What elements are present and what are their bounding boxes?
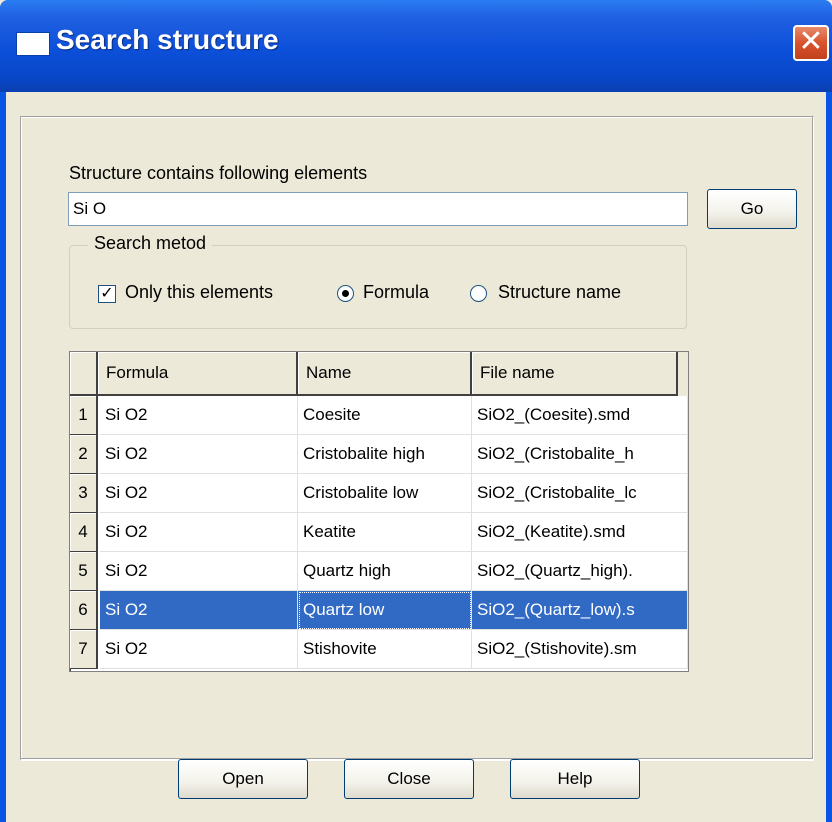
content-panel: Structure contains following elements Go…	[20, 116, 814, 761]
cell-file-name[interactable]: SiO2_(Quartz_high).	[472, 552, 688, 591]
cell-formula[interactable]: Si O2	[100, 396, 298, 435]
dialog-client-area: Structure contains following elements Go…	[6, 92, 826, 822]
table-row[interactable]: 7 Si O2 Stishovite SiO2_(Stishovite).sm	[70, 630, 688, 669]
column-header-formula[interactable]: Formula	[98, 352, 298, 396]
table-row-selected[interactable]: 6 Si O2 Quartz low SiO2_(Quartz_low).s	[70, 591, 688, 630]
cell-formula[interactable]: Si O2	[100, 591, 298, 630]
results-grid[interactable]: Formula Name File name 1 Si O2 Coesite S…	[69, 351, 689, 672]
search-label: Structure contains following elements	[69, 163, 368, 183]
table-row[interactable]: 3 Si O2 Cristobalite low SiO2_(Cristobal…	[70, 474, 688, 513]
search-method-legend: Search metod	[88, 233, 213, 254]
cell-name[interactable]: Quartz low	[298, 591, 472, 630]
formula-radio[interactable]	[337, 285, 354, 302]
row-number: 7	[70, 630, 98, 669]
cell-formula[interactable]: Si O2	[100, 513, 298, 552]
cell-formula[interactable]: Si O2	[100, 474, 298, 513]
row-number: 4	[70, 513, 98, 552]
cell-name[interactable]: Quartz high	[298, 552, 472, 591]
window-icon	[16, 32, 50, 56]
table-row[interactable]: 1 Si O2 Coesite SiO2_(Coesite).smd	[70, 396, 688, 435]
only-elements-checkbox[interactable]: ✓	[98, 285, 116, 303]
close-window-button[interactable]: ✕	[793, 25, 829, 61]
row-number: 1	[70, 396, 98, 435]
cell-name[interactable]: Cristobalite high	[298, 435, 472, 474]
close-button[interactable]: Close	[344, 759, 474, 799]
go-button[interactable]: Go	[707, 189, 797, 229]
formula-radio-label: Formula	[363, 282, 430, 302]
table-row[interactable]: 2 Si O2 Cristobalite high SiO2_(Cristoba…	[70, 435, 688, 474]
window-title: Search structure	[56, 24, 279, 55]
help-button[interactable]: Help	[510, 759, 640, 799]
open-button[interactable]: Open	[178, 759, 308, 799]
cell-file-name[interactable]: SiO2_(Cristobalite_h	[472, 435, 688, 474]
column-header-file-name[interactable]: File name	[472, 352, 678, 396]
cell-formula[interactable]: Si O2	[100, 435, 298, 474]
title-bar[interactable]: Search structure ✕	[0, 0, 832, 92]
search-structure-window: Search structure ✕ Structure contains fo…	[0, 0, 832, 822]
elements-search-input[interactable]	[68, 192, 688, 226]
structure-name-radio-label: Structure name	[498, 282, 622, 302]
cell-file-name[interactable]: SiO2_(Stishovite).sm	[472, 630, 688, 669]
row-number: 5	[70, 552, 98, 591]
row-number: 6	[70, 591, 98, 630]
cell-name[interactable]: Keatite	[298, 513, 472, 552]
row-number: 2	[70, 435, 98, 474]
structure-name-radio[interactable]	[470, 285, 487, 302]
row-number: 3	[70, 474, 98, 513]
cell-formula[interactable]: Si O2	[100, 630, 298, 669]
grid-header: Formula Name File name	[70, 352, 688, 396]
cell-file-name[interactable]: SiO2_(Keatite).smd	[472, 513, 688, 552]
cell-name[interactable]: Stishovite	[298, 630, 472, 669]
search-method-group: Search metod ✓ Only this elements Formul…	[69, 233, 687, 329]
cell-name[interactable]: Coesite	[298, 396, 472, 435]
cell-name[interactable]: Cristobalite low	[298, 474, 472, 513]
cell-file-name[interactable]: SiO2_(Coesite).smd	[472, 396, 688, 435]
column-header-name[interactable]: Name	[298, 352, 472, 396]
table-row[interactable]: 5 Si O2 Quartz high SiO2_(Quartz_high).	[70, 552, 688, 591]
cell-formula[interactable]: Si O2	[100, 552, 298, 591]
cell-file-name[interactable]: SiO2_(Cristobalite_lc	[472, 474, 688, 513]
grid-corner	[70, 352, 98, 396]
only-elements-label: Only this elements	[125, 282, 274, 302]
table-row[interactable]: 4 Si O2 Keatite SiO2_(Keatite).smd	[70, 513, 688, 552]
cell-file-name[interactable]: SiO2_(Quartz_low).s	[472, 591, 688, 630]
